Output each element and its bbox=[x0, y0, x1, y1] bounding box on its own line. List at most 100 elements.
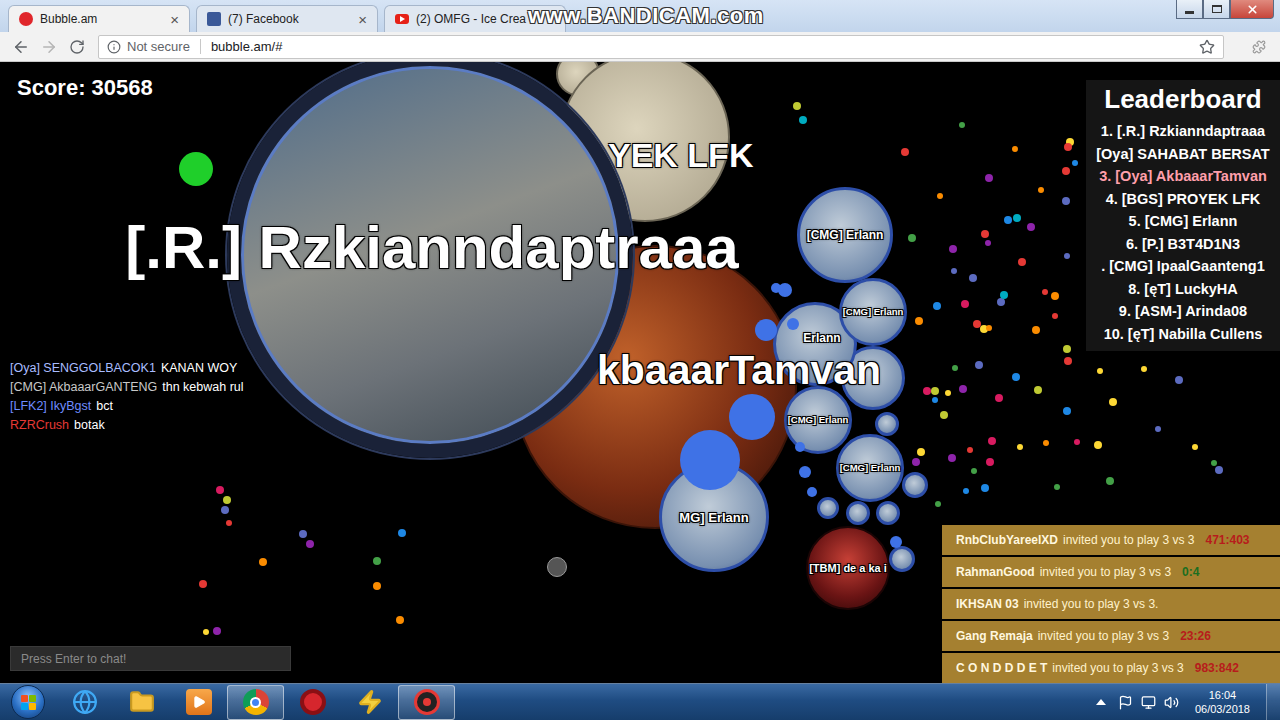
chat-sender: [Oya] SENGGOLBACOK1 bbox=[10, 359, 156, 378]
cell-name: [CMG] Erlann bbox=[807, 229, 884, 241]
bubble-icon bbox=[19, 12, 33, 26]
taskbar-app[interactable] bbox=[170, 685, 227, 720]
invitation[interactable]: C O N D D D E Tinvited you to play 3 vs … bbox=[942, 653, 1280, 683]
windows-logo-icon bbox=[11, 685, 45, 719]
game-canvas[interactable]: [.R.] RzkianndaptraaakbaaarTamvanYEK LFK… bbox=[0, 62, 1280, 683]
leaderboard-entry: . [CMG] IpaalGaanteng1 bbox=[1101, 255, 1265, 278]
browser-tab[interactable]: (7) Facebook × bbox=[196, 5, 378, 32]
taskbar-app[interactable] bbox=[56, 685, 113, 720]
start-button[interactable] bbox=[0, 684, 56, 720]
cell-blob bbox=[795, 442, 805, 452]
food-pellet bbox=[213, 627, 221, 635]
food-pellet bbox=[1215, 466, 1223, 474]
browser-tab[interactable]: Bubble.am × bbox=[8, 5, 190, 32]
tab-title: (7) Facebook bbox=[228, 12, 351, 26]
food-pellet bbox=[1013, 214, 1021, 222]
food-pellet bbox=[1051, 292, 1059, 300]
food-pellet bbox=[901, 148, 909, 156]
url-divider bbox=[200, 39, 201, 54]
chat-text: botak bbox=[74, 416, 105, 435]
invitation-score: 983:842 bbox=[1195, 661, 1239, 675]
food-pellet bbox=[986, 458, 994, 466]
taskbar-app[interactable] bbox=[227, 685, 284, 720]
forward-button[interactable] bbox=[36, 34, 62, 60]
food-pellet bbox=[995, 394, 1003, 402]
score-label: Score: bbox=[17, 75, 85, 101]
leaderboard-entry: 8. [ęT] LuckyHA bbox=[1128, 278, 1238, 301]
food-pellet bbox=[1042, 289, 1048, 295]
tab-title: (2) OMFG - Ice Crea bbox=[416, 12, 555, 26]
leaderboard-entry: 3. [Oya] AkbaaarTamvan bbox=[1099, 165, 1267, 188]
food-pellet bbox=[1211, 460, 1217, 466]
tab-strip: Bubble.am × (7) Facebook × (2) OMFG - Ice Cr… bbox=[0, 0, 1280, 32]
url-field[interactable]: Not securebubble.am/# bbox=[98, 35, 1224, 59]
invitation-score: 23:26 bbox=[1180, 629, 1211, 643]
show-desktop-button[interactable] bbox=[1266, 684, 1280, 720]
arrow-right-icon bbox=[40, 38, 58, 56]
food-pellet bbox=[951, 268, 957, 274]
invitation-sender: IKHSAN 03 bbox=[956, 597, 1019, 611]
network-icon[interactable] bbox=[1141, 695, 1156, 710]
invitation[interactable]: RnbClubYareelXDinvited you to play 3 vs … bbox=[942, 525, 1280, 555]
cell-name: Erlann bbox=[803, 332, 840, 344]
invitation[interactable]: IKHSAN 03invited you to play 3 vs 3. bbox=[942, 589, 1280, 619]
chat-input[interactable] bbox=[10, 646, 291, 671]
food-pellet bbox=[396, 616, 404, 624]
close-button[interactable] bbox=[1230, 0, 1274, 19]
food-pellet bbox=[1064, 357, 1072, 365]
bookmark-button[interactable] bbox=[1199, 39, 1215, 55]
food-pellet bbox=[1004, 216, 1012, 224]
food-pellet bbox=[945, 390, 951, 396]
food-pellet bbox=[259, 558, 267, 566]
browser-tab[interactable]: (2) OMFG - Ice Crea bbox=[384, 5, 566, 32]
puzzle-icon bbox=[1252, 40, 1266, 54]
bandicam-icon bbox=[414, 689, 440, 715]
chrome-icon bbox=[243, 689, 269, 715]
back-button[interactable] bbox=[8, 34, 34, 60]
cell-blob bbox=[876, 501, 900, 525]
food-pellet bbox=[216, 486, 224, 494]
food-pellet bbox=[793, 102, 801, 110]
tab-close-button[interactable]: × bbox=[170, 12, 179, 27]
garena-icon bbox=[300, 689, 326, 715]
food-pellet bbox=[915, 317, 923, 325]
tab-close-button[interactable]: × bbox=[358, 12, 367, 27]
leaderboard-entry: 1. [.R.] Rzkianndaptraaa bbox=[1101, 120, 1265, 143]
food-pellet bbox=[1155, 426, 1161, 432]
chat-message: [LFK2] IkyBgstbct bbox=[10, 397, 244, 416]
cell-blob bbox=[680, 430, 740, 490]
food-pellet bbox=[223, 496, 231, 504]
recorder-watermark: www.BANDICAM.com bbox=[528, 3, 764, 29]
taskbar: 16:0406/03/2018 bbox=[0, 683, 1280, 720]
cell-name: [CMG] Erlann bbox=[840, 463, 901, 473]
food-pellet bbox=[985, 174, 993, 182]
chat-text: bct bbox=[96, 397, 113, 416]
invitation[interactable]: Gang Remajainvited you to play 3 vs 323:… bbox=[942, 621, 1280, 651]
food-pellet bbox=[221, 506, 229, 514]
volume-icon[interactable] bbox=[1164, 695, 1179, 710]
bolt-icon bbox=[357, 689, 383, 715]
reload-button[interactable] bbox=[64, 34, 90, 60]
star-icon bbox=[1199, 39, 1215, 55]
taskbar-app[interactable] bbox=[113, 685, 170, 720]
action-center-icon[interactable] bbox=[1118, 695, 1133, 710]
chat-sender: [CMG] AkbaaarGANTENG bbox=[10, 378, 157, 397]
maximize-button[interactable] bbox=[1203, 0, 1230, 19]
show-hidden-icon[interactable] bbox=[1096, 699, 1106, 705]
food-pellet bbox=[1094, 441, 1102, 449]
extension-button[interactable] bbox=[1246, 34, 1272, 60]
minimize-button[interactable] bbox=[1176, 0, 1203, 19]
cell-blob bbox=[889, 546, 915, 572]
taskbar-app[interactable] bbox=[341, 685, 398, 720]
food-pellet bbox=[932, 397, 938, 403]
food-pellet bbox=[1018, 258, 1026, 266]
tab-title: Bubble.am bbox=[40, 12, 163, 26]
taskbar-app[interactable] bbox=[284, 685, 341, 720]
score-display: Score:30568 bbox=[17, 75, 153, 101]
food-pellet bbox=[1012, 373, 1020, 381]
invitation[interactable]: RahmanGoodinvited you to play 3 vs 30:4 bbox=[942, 557, 1280, 587]
clock[interactable]: 16:0406/03/2018 bbox=[1187, 688, 1258, 716]
taskbar-app[interactable] bbox=[398, 685, 455, 720]
food-pellet bbox=[1072, 160, 1078, 166]
food-pellet bbox=[1064, 253, 1070, 259]
